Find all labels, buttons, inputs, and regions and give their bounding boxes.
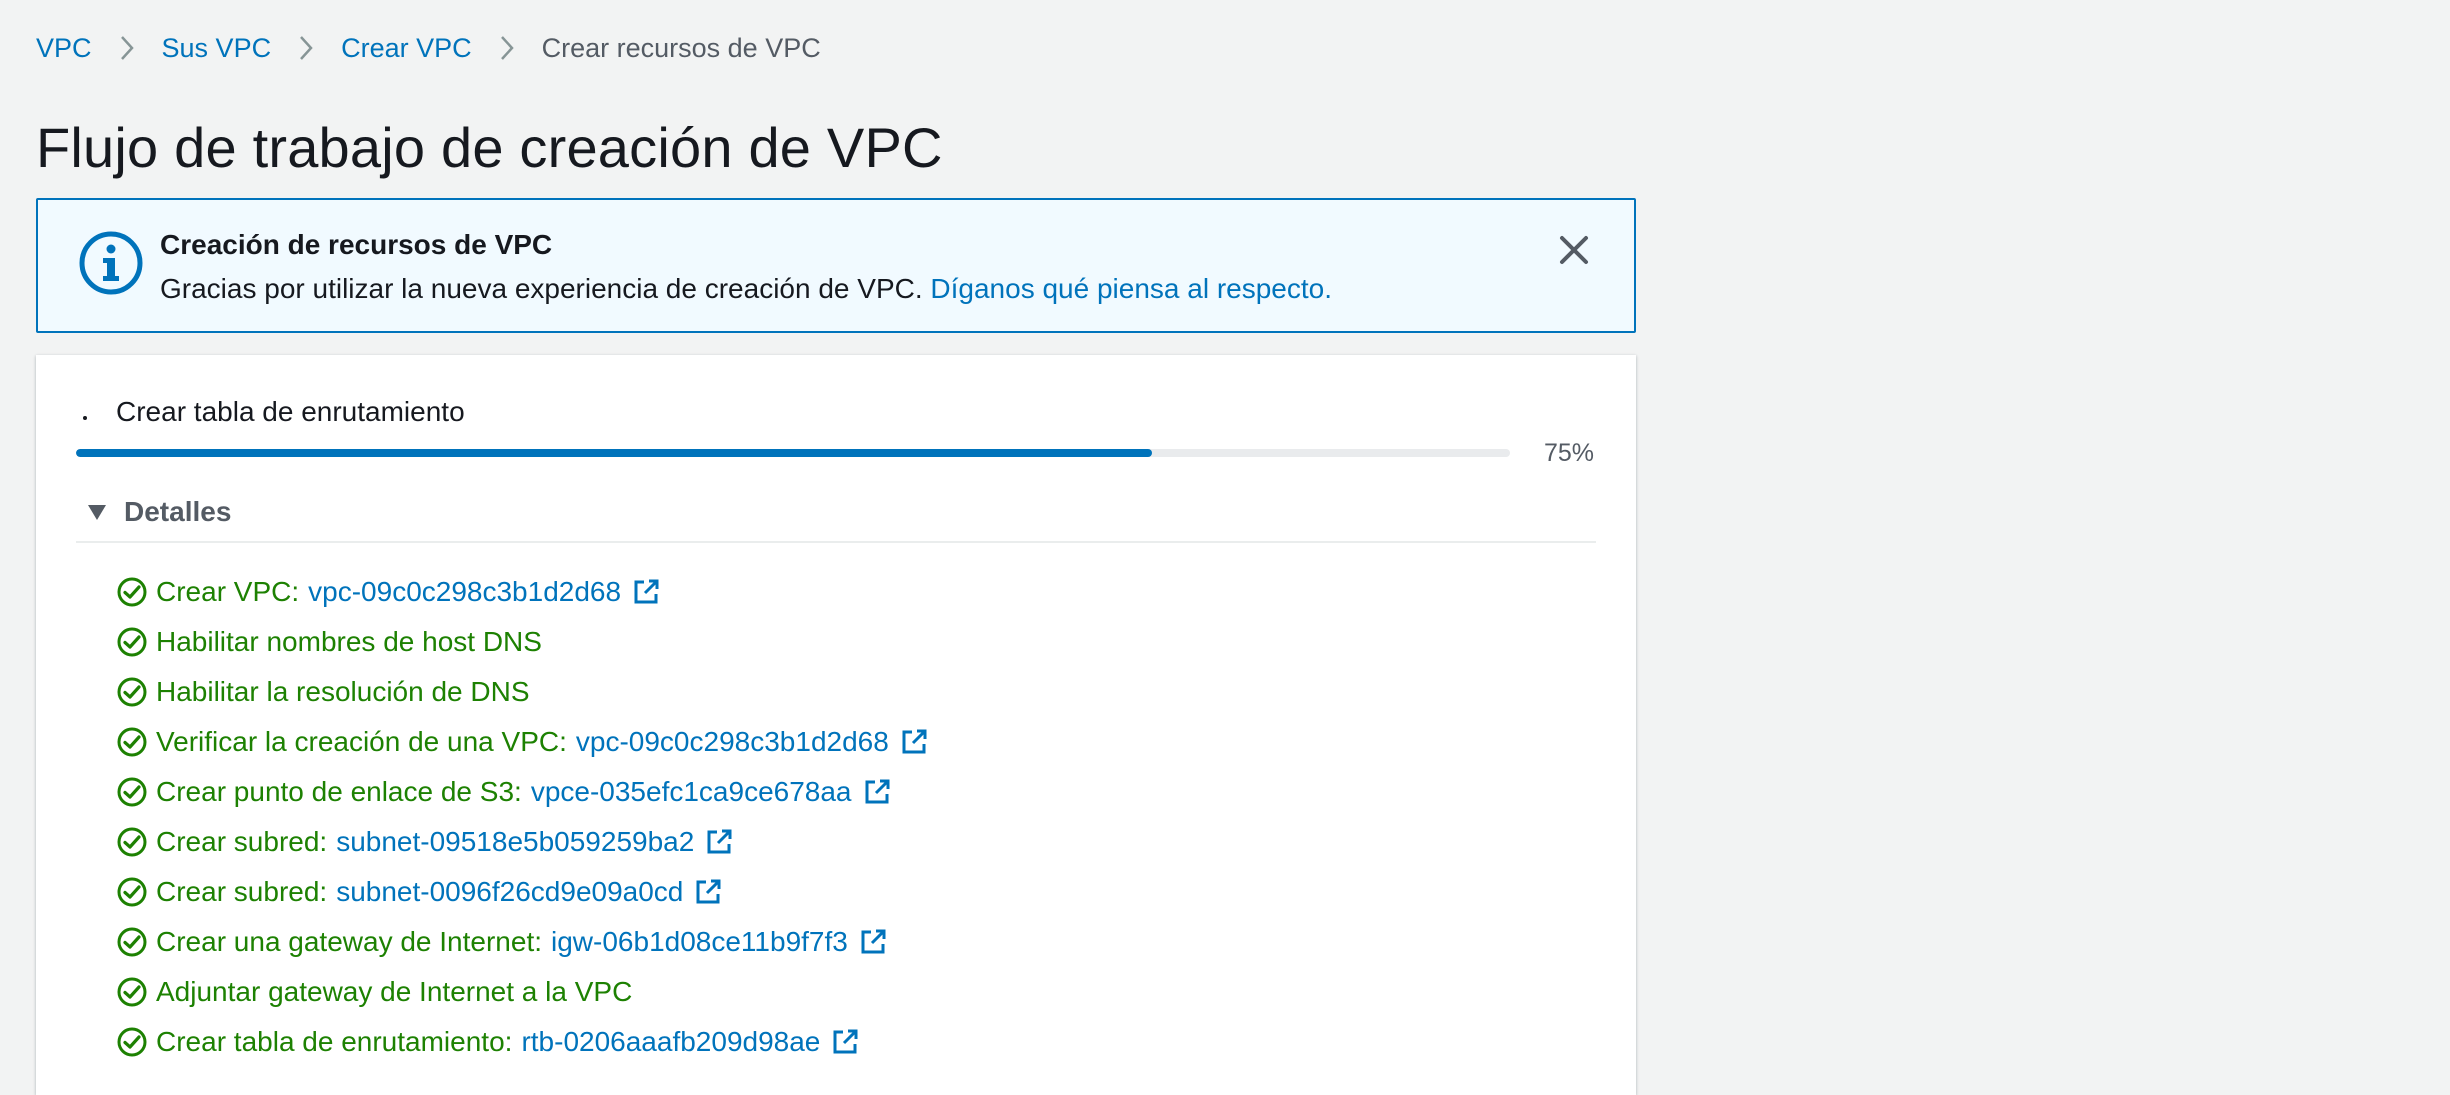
external-link-icon[interactable] [830,1027,860,1057]
alert-message: Gracias por utilizar la nueva experienci… [160,272,1332,306]
divider [76,541,1596,543]
external-link-icon[interactable] [862,777,892,807]
success-check-icon [117,727,147,757]
step-label: Crear tabla de enrutamiento: [156,1026,513,1057]
breadcrumb-link-crear-vpc[interactable]: Crear VPC [341,28,472,68]
success-check-icon [117,977,147,1007]
close-icon[interactable] [1554,230,1594,270]
step-item: Crear VPC: vpc-09c0c298c3b1d2d68 [116,567,929,617]
step-item: Crear subred: subnet-0096f26cd9e09a0cd [116,867,929,917]
resource-link[interactable]: subnet-09518e5b059259ba2 [336,826,694,858]
chevron-right-icon [119,35,135,61]
alert-body-text: Gracias por utilizar la nueva experienci… [160,273,923,304]
breadcrumb-current: Crear recursos de VPC [541,33,821,63]
creation-progress-panel: Crear tabla de enrutamiento 75% Detalles… [36,355,1636,1095]
resource-link[interactable]: vpc-09c0c298c3b1d2d68 [308,576,621,608]
step-label: Adjuntar gateway de Internet a la VPC [156,976,633,1007]
external-link-icon[interactable] [704,827,734,857]
step-item: Crear subred: subnet-09518e5b059259ba2 [116,817,929,867]
details-expander[interactable]: Detalles [86,495,231,529]
spinner-icon [83,416,87,420]
success-check-icon [117,577,147,607]
caret-down-icon [88,505,106,520]
details-title: Detalles [124,496,232,527]
success-check-icon [117,877,147,907]
page-title: Flujo de trabajo de creación de VPC [36,116,943,179]
step-item: Adjuntar gateway de Internet a la VPC [116,967,929,1017]
info-alert: Creación de recursos de VPC Gracias por … [36,198,1636,333]
chevron-right-icon [298,35,314,61]
step-item: Crear una gateway de Internet: igw-06b1d0… [116,917,929,967]
external-link-icon[interactable] [631,577,661,607]
external-link-icon[interactable] [858,927,888,957]
feedback-link[interactable]: Díganos qué piensa al respecto. [930,273,1332,304]
progress-bar [76,449,1510,457]
resource-link[interactable]: vpce-035efc1ca9ce678aa [531,776,852,808]
step-item: Crear tabla de enrutamiento: rtb-0206aaaf… [116,1017,929,1067]
step-label: Crear subred: [156,876,328,907]
breadcrumb-link-vpc[interactable]: VPC [36,28,92,68]
step-label: Verificar la creación de una VPC: [156,726,567,757]
external-link-icon[interactable] [693,877,723,907]
resource-link[interactable]: vpc-09c0c298c3b1d2d68 [576,726,889,758]
external-link-icon[interactable] [899,727,929,757]
progress-percent: 75% [1544,439,1595,467]
alert-title: Creación de recursos de VPC [160,229,553,260]
info-icon [79,231,143,295]
breadcrumb: VPC Sus VPC Crear VPC Crear recursos de … [36,28,821,68]
success-check-icon [117,627,147,657]
success-check-icon [117,1027,147,1057]
step-label: Habilitar nombres de host DNS [156,626,542,657]
step-item: Habilitar nombres de host DNS [116,617,929,667]
current-step-label: Crear tabla de enrutamiento [116,396,465,427]
step-label: Crear punto de enlace de S3: [156,776,522,807]
step-item: Crear punto de enlace de S3: vpce-035efc1… [116,767,929,817]
step-list: Crear VPC: vpc-09c0c298c3b1d2d68 Habilitar… [116,567,929,1067]
step-item: Habilitar la resolución de DNS [116,667,929,717]
step-item: Verificar la creación de una VPC: vpc-09c… [116,717,929,767]
step-label: Crear VPC: [156,576,300,607]
step-label: Crear una gateway de Internet: [156,926,543,957]
success-check-icon [117,777,147,807]
chevron-right-icon [499,35,515,61]
success-check-icon [117,677,147,707]
resource-link[interactable]: subnet-0096f26cd9e09a0cd [336,876,683,908]
step-label: Habilitar la resolución de DNS [156,676,530,707]
breadcrumb-link-sus-vpc[interactable]: Sus VPC [162,28,272,68]
progress-bar-fill [76,449,1152,457]
success-check-icon [117,827,147,857]
resource-link[interactable]: igw-06b1d08ce11b9f7f3 [551,926,848,958]
resource-link[interactable]: rtb-0206aaafb209d98ae [521,1026,820,1058]
step-label: Crear subred: [156,826,328,857]
success-check-icon [117,927,147,957]
